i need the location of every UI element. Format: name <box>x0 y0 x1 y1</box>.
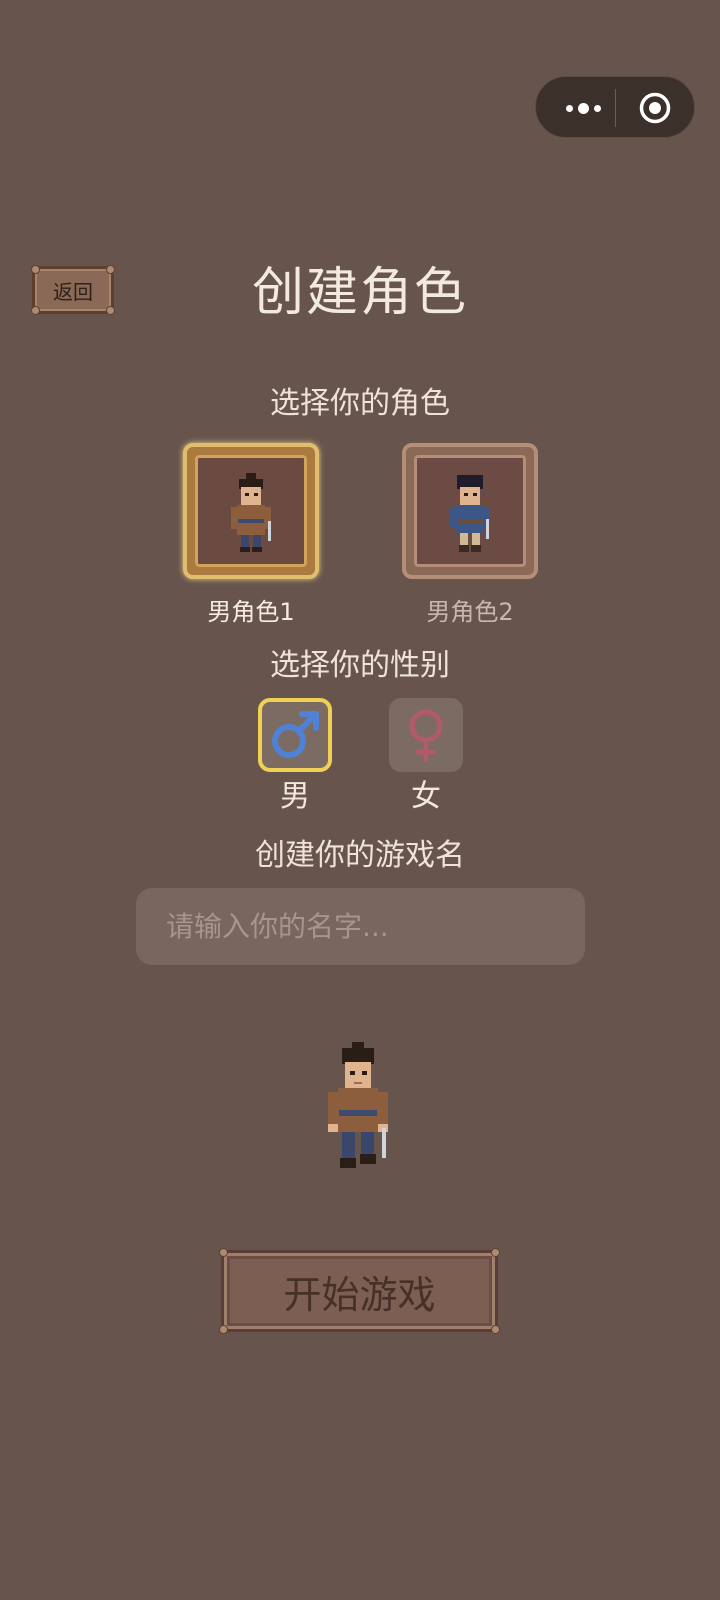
character-sprite-2-icon <box>450 475 490 552</box>
name-input[interactable] <box>136 888 585 965</box>
character-option-1[interactable] <box>183 443 319 579</box>
more-dots-icon[interactable] <box>558 97 608 119</box>
start-game-label: 开始游戏 <box>283 1272 436 1317</box>
start-game-button[interactable]: 开始游戏 <box>219 1248 500 1334</box>
gender-female-button[interactable] <box>389 698 463 772</box>
character-option-2-label: 男角色2 <box>426 598 514 626</box>
character-section-label: 选择你的角色 <box>270 386 450 421</box>
gender-section-label: 选择你的性别 <box>270 648 450 683</box>
female-symbol-icon <box>409 709 443 762</box>
capsule-divider <box>615 89 616 127</box>
male-symbol-icon <box>272 711 319 758</box>
mini-program-capsule <box>535 76 695 138</box>
gender-male-label: 男 <box>280 779 310 814</box>
gender-female-label: 女 <box>411 779 441 814</box>
target-circle-icon[interactable] <box>639 92 671 124</box>
character-preview-sprite-icon <box>328 1042 388 1168</box>
gender-male-button[interactable] <box>258 698 332 772</box>
name-section-label: 创建你的游戏名 <box>255 838 465 873</box>
corner-rivet <box>491 1248 500 1257</box>
character-option-1-label: 男角色1 <box>207 598 295 626</box>
character-option-2[interactable] <box>402 443 538 579</box>
corner-rivet <box>491 1325 500 1334</box>
corner-rivet <box>219 1325 228 1334</box>
character-portrait-1 <box>195 455 307 567</box>
page-title: 创建角色 <box>251 263 468 323</box>
character-portrait-2 <box>414 455 526 567</box>
character-sprite-1-icon <box>231 473 271 552</box>
corner-rivet <box>219 1248 228 1257</box>
